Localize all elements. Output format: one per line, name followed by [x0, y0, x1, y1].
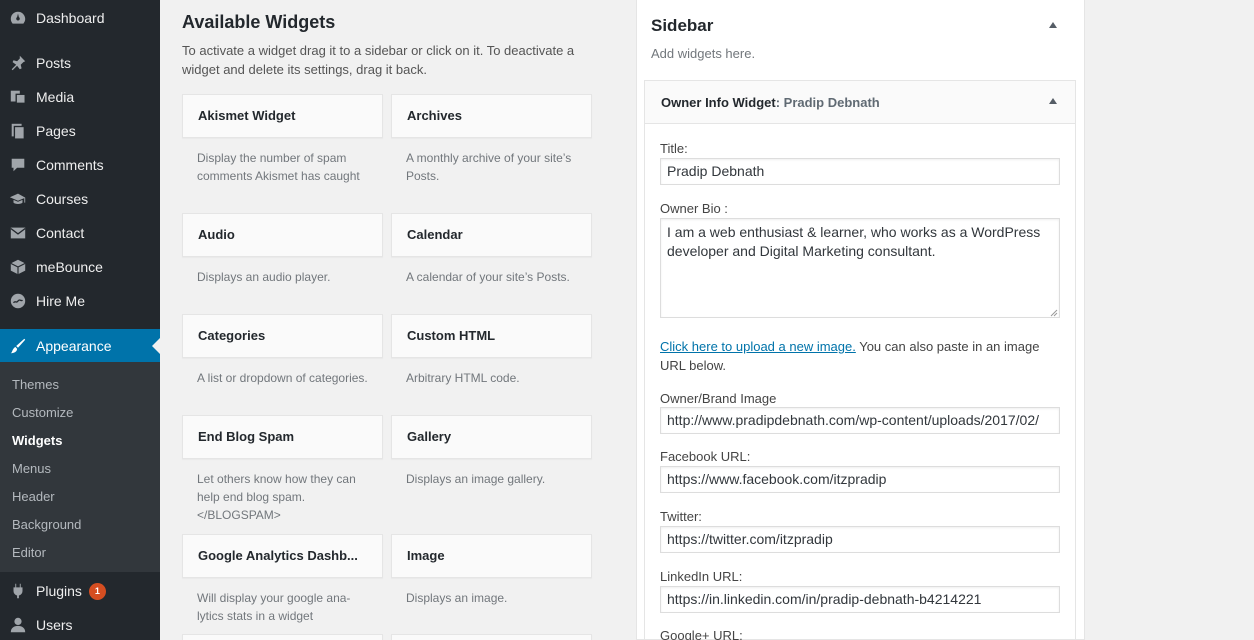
pages-icon [0, 122, 36, 140]
menu-item-pages[interactable]: Pages [0, 114, 160, 148]
appearance-submenu: Themes Customize Widgets Menus Header Ba… [0, 362, 160, 572]
owner-bio-label: Owner Bio : [660, 201, 728, 216]
plug-icon [0, 582, 36, 600]
widget-card-partial[interactable] [391, 634, 592, 640]
menu-item-label: Dashboard [36, 10, 105, 26]
menu-item-users[interactable]: Users [0, 608, 160, 640]
widget-instance-title: : Pradip Debnath [775, 95, 880, 110]
upload-instructions: Click here to upload a new image. You ca… [660, 337, 1065, 375]
menu-item-label: Hire Me [36, 293, 86, 309]
linkedin-url-label: LinkedIn URL: [660, 569, 743, 584]
googleplus-url-label: Google+ URL: [660, 628, 743, 640]
menu-item-label: Contact [36, 225, 85, 241]
widget-end-blog-spam[interactable]: End Blog Spam [182, 415, 383, 459]
widget-gallery[interactable]: Gallery [391, 415, 592, 459]
comment-icon [0, 156, 36, 174]
widget-categories[interactable]: Categories [182, 314, 383, 358]
submenu-item-customize[interactable]: Customize [12, 405, 73, 420]
menu-item-contact[interactable]: Contact [0, 216, 160, 250]
user-icon [0, 616, 36, 634]
menu-item-label: Posts [36, 55, 72, 71]
menu-item-label: Users [36, 617, 73, 633]
upload-image-link[interactable]: Click here to upload a new image. [660, 339, 856, 354]
menu-item-posts[interactable]: Posts [0, 46, 160, 80]
media-icon [0, 88, 36, 106]
menu-item-label: Pages [36, 123, 76, 139]
update-count-badge: 1 [88, 582, 106, 600]
submenu-item-themes[interactable]: Themes [12, 377, 59, 392]
menu-item-dashboard[interactable]: Dashboard [0, 1, 160, 35]
widget-description: Display the number of spam comments Akis… [197, 151, 360, 183]
sidebar-title[interactable]: Sidebar [651, 16, 713, 36]
submenu-item-widgets[interactable]: Widgets [12, 433, 62, 448]
available-widgets-description: To activate a widget drag it to a sideba… [182, 43, 575, 77]
facebook-url-label: Facebook URL: [660, 449, 751, 464]
menu-item-label: Plugins [36, 583, 82, 599]
widget-akismet[interactable]: Akismet Widget [182, 94, 383, 138]
menu-item-courses[interactable]: Courses [0, 182, 160, 216]
available-widgets-title: Available Widgets [182, 12, 336, 32]
widget-card-partial[interactable] [182, 634, 383, 640]
dashboard-icon [0, 9, 36, 27]
admin-menu: Dashboard Posts Media Pages Comments Cou… [0, 0, 160, 640]
menu-item-label: Appearance [36, 338, 112, 354]
twitter-input[interactable]: https://twitter.com/itzpradip [660, 526, 1060, 553]
pin-icon [0, 54, 36, 72]
widget-description: A calendar of your site’s Posts. [406, 270, 570, 284]
widget-calendar[interactable]: Calendar [391, 213, 592, 257]
widget-description: Will display your google ana-lytics stat… [197, 591, 351, 623]
widget-description: Displays an image gallery. [406, 472, 546, 486]
widget-image[interactable]: Image [391, 534, 592, 578]
menu-item-label: Media [36, 89, 75, 105]
submenu-item-editor[interactable]: Editor [12, 545, 46, 560]
menu-item-plugins[interactable]: Plugins 1 [0, 574, 160, 608]
menu-item-label: meBounce [36, 259, 103, 275]
owner-widget-title: Owner Info Widget: Pradip Debnath [661, 95, 880, 110]
widget-description: Let others know how they can help end bl… [197, 472, 356, 522]
owner-widget-header[interactable]: Owner Info Widget: Pradip Debnath [645, 81, 1075, 124]
widget-description: A list or dropdown of categories. [197, 371, 368, 385]
facebook-url-input[interactable]: https://www.facebook.com/itzpradip [660, 466, 1060, 493]
graduation-cap-icon [0, 190, 36, 208]
hire-me-icon [0, 292, 36, 310]
owner-bio-textarea[interactable]: I am a web enthusiast & learner, who wor… [660, 218, 1060, 318]
widget-name: Owner Info Widget [661, 95, 776, 110]
menu-item-hire-me[interactable]: Hire Me [0, 284, 160, 318]
collapse-arrow-icon[interactable] [1049, 22, 1057, 28]
menu-item-media[interactable]: Media [0, 80, 160, 114]
menu-item-label: Courses [36, 191, 89, 207]
widget-archives[interactable]: Archives [391, 94, 592, 138]
submenu-item-header[interactable]: Header [12, 489, 55, 504]
textarea-resize-handle-icon[interactable] [1050, 309, 1058, 317]
widget-custom-html[interactable]: Custom HTML [391, 314, 592, 358]
widget-description: A monthly archive of your site’s Posts. [406, 151, 572, 183]
twitter-label: Twitter: [660, 509, 702, 524]
menu-item-mebounce[interactable]: meBounce [0, 250, 160, 284]
menu-item-comments[interactable]: Comments [0, 148, 160, 182]
title-input[interactable]: Pradip Debnath [660, 158, 1060, 185]
envelope-icon [0, 224, 36, 242]
widget-description: Arbitrary HTML code. [406, 371, 520, 385]
linkedin-url-input[interactable]: https://in.linkedin.com/in/pradip-debnat… [660, 586, 1060, 613]
owner-image-input[interactable]: http://www.pradipdebnath.com/wp-content/… [660, 407, 1060, 434]
widget-audio[interactable]: Audio [182, 213, 383, 257]
widget-google-analytics[interactable]: Google Analytics Dashb... [182, 534, 383, 578]
widget-description: Displays an image. [406, 591, 508, 605]
menu-item-label: Comments [36, 157, 104, 173]
brush-icon [0, 337, 36, 355]
title-label: Title: [660, 141, 688, 156]
sidebar-description: Add widgets here. [651, 46, 756, 61]
submenu-item-menus[interactable]: Menus [12, 461, 51, 476]
owner-image-label: Owner/Brand Image [660, 391, 777, 406]
submenu-item-background[interactable]: Background [12, 517, 81, 532]
box-icon [0, 258, 36, 276]
menu-item-appearance[interactable]: Appearance [0, 329, 160, 363]
collapse-arrow-icon[interactable] [1049, 98, 1057, 104]
widget-description: Displays an audio player. [197, 270, 331, 284]
